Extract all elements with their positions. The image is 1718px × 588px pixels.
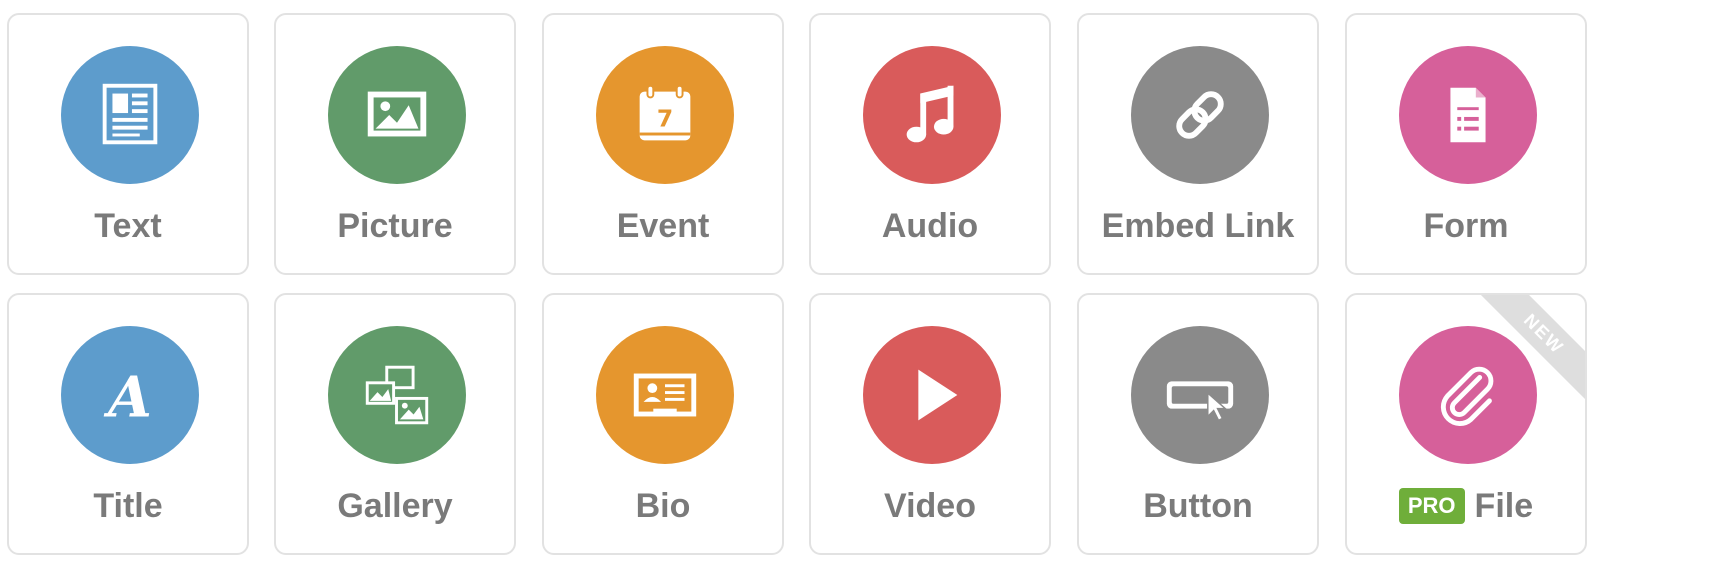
tile-label: Audio — [881, 207, 979, 245]
pro-badge: PRO — [1398, 488, 1465, 524]
tile-gallery[interactable]: Gallery — [274, 293, 516, 555]
tile-label: Gallery — [337, 487, 453, 525]
tile-picture[interactable]: Picture — [274, 13, 516, 275]
form-icon — [1399, 46, 1537, 184]
content-type-grid: Text Picture 7 Event Audio Embed Link Fo… — [0, 0, 1718, 588]
tile-label: Button — [1143, 487, 1253, 525]
tile-label-text: File — [1474, 487, 1534, 525]
tile-embed-link[interactable]: Embed Link — [1077, 13, 1319, 275]
picture-icon — [328, 46, 466, 184]
tile-label: Title — [93, 487, 163, 525]
title-letter-icon: A — [61, 326, 199, 464]
tile-label: Video — [884, 487, 976, 525]
play-icon — [863, 326, 1001, 464]
tile-button[interactable]: Button — [1077, 293, 1319, 555]
tile-title[interactable]: A Title — [7, 293, 249, 555]
tile-video[interactable]: Video — [809, 293, 1051, 555]
paperclip-icon — [1399, 326, 1537, 464]
tile-label: Event — [616, 207, 710, 245]
tile-form[interactable]: Form — [1345, 13, 1587, 275]
tile-text[interactable]: Text — [7, 13, 249, 275]
tile-file[interactable]: NEW PRO File — [1345, 293, 1587, 555]
svg-text:A: A — [103, 364, 152, 430]
tile-label: Form — [1423, 207, 1509, 245]
music-note-icon — [863, 46, 1001, 184]
bio-card-icon — [596, 326, 734, 464]
gallery-icon — [328, 326, 466, 464]
calendar-day: 7 — [657, 105, 673, 133]
tile-event[interactable]: 7 Event — [542, 13, 784, 275]
tile-label: Text — [94, 207, 162, 245]
link-icon — [1131, 46, 1269, 184]
button-cursor-icon — [1131, 326, 1269, 464]
tile-label: Bio — [635, 487, 691, 525]
tile-bio[interactable]: Bio — [542, 293, 784, 555]
tile-audio[interactable]: Audio — [809, 13, 1051, 275]
text-document-icon — [61, 46, 199, 184]
tile-label: Picture — [337, 207, 453, 245]
calendar-icon: 7 — [596, 46, 734, 184]
tile-label: Embed Link — [1101, 207, 1295, 245]
tile-label: PRO File — [1347, 487, 1585, 526]
